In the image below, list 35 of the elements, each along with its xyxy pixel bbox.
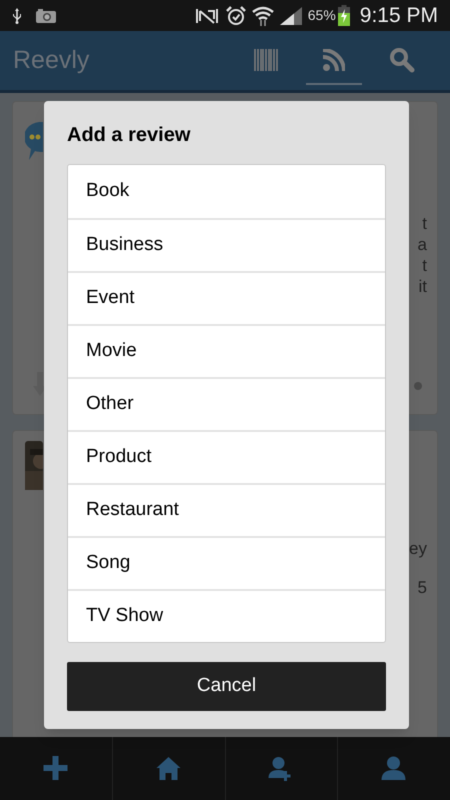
text-fragment: ey (409, 539, 427, 558)
text-fragment: a (418, 235, 427, 254)
camera-icon (36, 8, 56, 22)
option-item[interactable]: Restaurant (68, 483, 385, 536)
barcode-icon (254, 48, 278, 70)
option-item[interactable]: Business (68, 218, 385, 271)
battery-charging-icon (338, 5, 350, 26)
alarm-icon (226, 6, 246, 26)
add-icon (42, 756, 69, 782)
option-item[interactable]: TV Show (68, 589, 385, 642)
option-item[interactable]: Other (68, 377, 385, 430)
text-fragment: 5 (418, 578, 427, 597)
search-icon (389, 46, 415, 72)
speech-bubble-icon (25, 122, 43, 162)
feed-icon (323, 48, 345, 70)
dot-icon (414, 382, 422, 390)
option-item[interactable]: Book (68, 165, 385, 218)
dialog-title: Add a review (67, 123, 192, 148)
option-item[interactable]: Event (68, 271, 385, 324)
option-item[interactable]: Product (68, 430, 385, 483)
wifi-icon (252, 6, 274, 26)
text-fragment: it (418, 277, 427, 296)
cancel-button[interactable]: Cancel (67, 662, 386, 711)
user-icon (381, 756, 408, 782)
text-fragment: t (422, 256, 427, 275)
battery-percentage: 65% (308, 6, 336, 25)
usb-icon (12, 8, 22, 24)
text-fragment: t (422, 214, 427, 233)
option-item[interactable]: Song (68, 536, 385, 589)
mute-icon (194, 6, 220, 24)
option-item[interactable]: Movie (68, 324, 385, 377)
signal-icon (280, 6, 302, 24)
clock-time: 9:15 PM (360, 2, 438, 29)
app-title: Reevly (13, 44, 90, 76)
home-icon (156, 756, 182, 782)
